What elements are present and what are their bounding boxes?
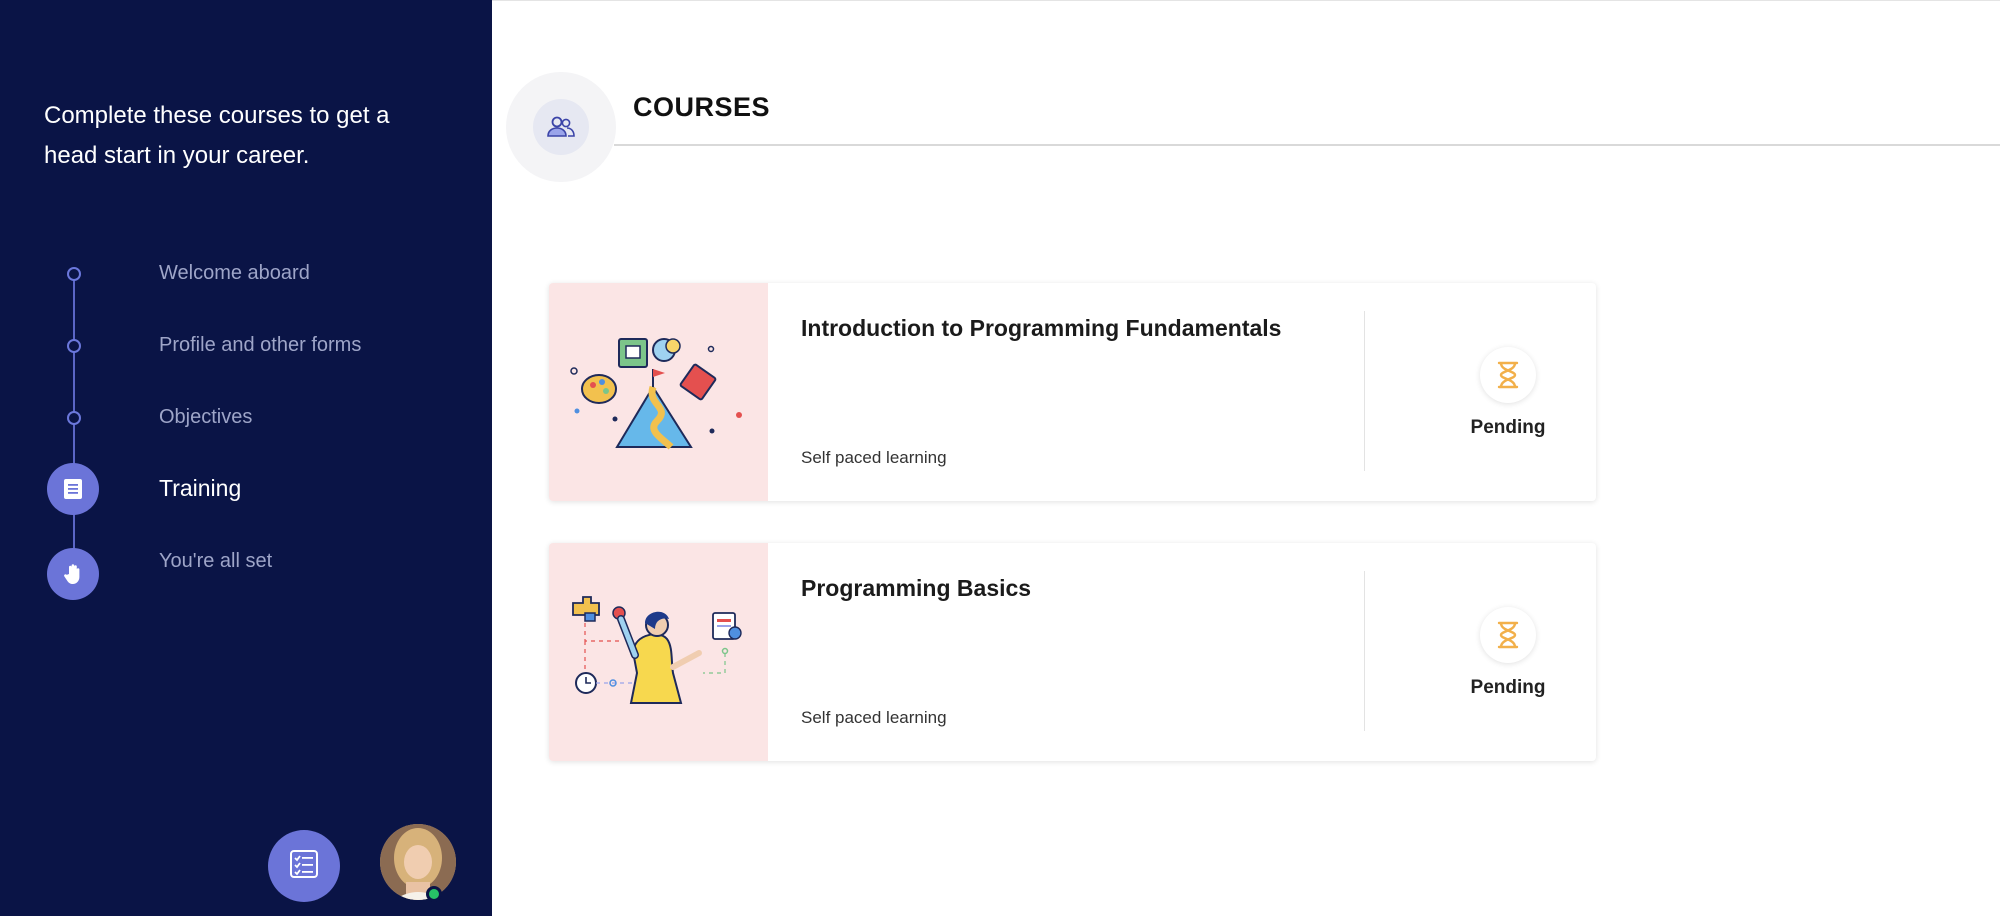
checklist-icon (289, 849, 319, 884)
step-training[interactable]: Training (0, 463, 492, 515)
hand-wave-icon (47, 548, 99, 600)
status-label: Pending (1470, 417, 1546, 438)
course-type: Self paced learning (801, 708, 947, 727)
step-dot (67, 339, 81, 353)
card-divider (1364, 311, 1365, 471)
course-card[interactable]: Programming Basics Self paced learning P… (549, 543, 1596, 761)
app-root: Complete these courses to get a head sta… (0, 0, 2000, 916)
step-label: Welcome aboard (159, 262, 310, 284)
header-divider (614, 144, 2000, 146)
step-label: You're all set (159, 550, 273, 572)
top-divider (492, 0, 2000, 1)
step-objectives[interactable]: Objectives (0, 392, 492, 444)
step-dot (67, 411, 81, 425)
step-label: Profile and other forms (159, 334, 362, 356)
course-illustration-developer (549, 543, 768, 761)
main-content: COURSES Introduction to Programming Fund… (492, 0, 2000, 916)
step-all-set[interactable]: You're all set (0, 548, 492, 600)
step-welcome-aboard[interactable]: Welcome aboard (0, 248, 492, 300)
step-label: Objectives (159, 406, 253, 428)
course-card[interactable]: Introduction to Programming Fundamentals… (549, 283, 1596, 501)
course-title[interactable]: Introduction to Programming Fundamentals (801, 315, 1281, 342)
sidebar: Complete these courses to get a head sta… (0, 0, 492, 916)
card-divider (1364, 571, 1365, 731)
hourglass-icon (1480, 347, 1536, 403)
users-icon (533, 99, 589, 155)
hourglass-icon (1480, 607, 1536, 663)
step-dot (67, 267, 81, 281)
online-status-indicator (426, 886, 442, 902)
step-profile-forms[interactable]: Profile and other forms (0, 320, 492, 372)
course-illustration-mountain (549, 283, 768, 501)
checklist-button[interactable] (268, 830, 340, 902)
sidebar-intro-text: Complete these courses to get a head sta… (44, 102, 390, 169)
step-label: Training (159, 475, 242, 501)
page-title: COURSES (633, 92, 771, 122)
user-avatar[interactable] (380, 824, 456, 900)
course-title[interactable]: Programming Basics (801, 575, 1031, 602)
onboarding-steps: Welcome aboard Profile and other forms O… (0, 248, 492, 628)
status-label: Pending (1470, 677, 1546, 698)
document-icon (47, 463, 99, 515)
course-type: Self paced learning (801, 448, 947, 467)
